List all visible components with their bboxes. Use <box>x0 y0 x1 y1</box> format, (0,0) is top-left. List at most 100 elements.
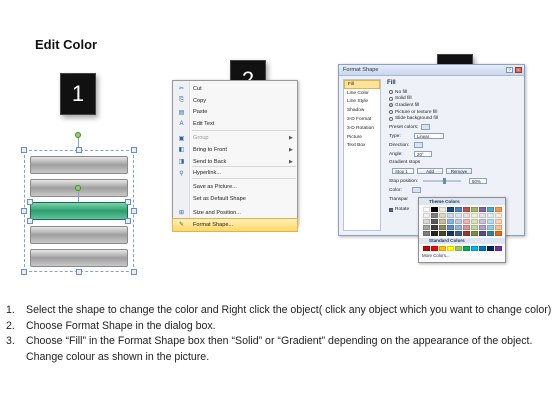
theme-color-swatch[interactable] <box>455 206 462 212</box>
theme-color-swatch[interactable] <box>431 212 438 218</box>
menu-item-size-and-position[interactable]: ⊞ Size and Position... <box>173 207 297 219</box>
theme-color-swatch[interactable] <box>487 224 494 230</box>
preset-colors-picker[interactable] <box>421 124 431 130</box>
menu-item-format-shape[interactable]: ✎ Format Shape... <box>172 217 298 232</box>
theme-color-swatch[interactable] <box>455 218 462 224</box>
theme-color-swatch[interactable] <box>455 224 462 230</box>
radio-picture-fill[interactable]: Picture or texture fill <box>389 109 438 116</box>
color-picker[interactable] <box>412 187 421 193</box>
resize-handle-r[interactable] <box>131 208 137 214</box>
theme-color-swatch[interactable] <box>439 230 446 236</box>
theme-color-swatch[interactable] <box>463 224 470 230</box>
standard-color-swatch[interactable] <box>463 246 470 251</box>
more-colors-link[interactable]: More Colors... <box>419 253 505 258</box>
theme-color-swatch[interactable] <box>487 230 494 236</box>
remove-stop-button[interactable]: Remove <box>446 168 472 174</box>
theme-color-swatch[interactable] <box>471 206 478 212</box>
shape-stack[interactable] <box>21 132 137 275</box>
add-stop-button[interactable]: Add <box>417 168 443 174</box>
inner-handle-tl[interactable] <box>27 199 33 205</box>
nav-item-shadow[interactable]: Shadow <box>344 106 380 115</box>
theme-color-swatch[interactable] <box>447 206 454 212</box>
radio-no-fill[interactable]: No fill <box>389 89 438 96</box>
theme-color-swatch[interactable] <box>439 224 446 230</box>
theme-color-swatch[interactable] <box>455 230 462 236</box>
theme-color-swatch[interactable] <box>471 230 478 236</box>
theme-color-swatch[interactable] <box>463 218 470 224</box>
theme-color-swatch[interactable] <box>479 218 486 224</box>
resize-handle-t[interactable] <box>76 147 82 153</box>
radio-button[interactable] <box>389 110 393 115</box>
theme-color-swatch[interactable] <box>423 230 430 236</box>
radio-button[interactable] <box>389 116 393 121</box>
theme-color-swatch[interactable] <box>479 224 486 230</box>
theme-color-swatch[interactable] <box>431 218 438 224</box>
theme-color-swatch[interactable] <box>439 212 446 218</box>
theme-color-swatch[interactable] <box>463 212 470 218</box>
theme-color-swatch[interactable] <box>479 230 486 236</box>
resize-handle-l[interactable] <box>21 208 27 214</box>
theme-color-swatch[interactable] <box>439 206 446 212</box>
inner-handle-bl[interactable] <box>27 218 33 224</box>
type-select[interactable]: Linear <box>414 133 444 139</box>
theme-color-swatch[interactable] <box>447 218 454 224</box>
slider-thumb[interactable] <box>443 178 446 184</box>
nav-item-3d-format[interactable]: 3-D Format <box>344 115 380 124</box>
radio-solid-fill[interactable]: Solid fill <box>389 96 438 103</box>
menu-item-save-as-picture[interactable]: Save as Picture... <box>173 181 297 193</box>
theme-color-swatch[interactable] <box>423 218 430 224</box>
menu-item-edit-text[interactable]: A Edit Text <box>173 118 297 130</box>
standard-color-swatch[interactable] <box>447 246 454 251</box>
radio-button[interactable] <box>389 90 393 95</box>
nav-item-fill[interactable]: Fill <box>344 80 380 89</box>
theme-color-swatch[interactable] <box>423 206 430 212</box>
theme-color-swatch[interactable] <box>495 224 502 230</box>
radio-button[interactable] <box>389 96 393 101</box>
standard-color-swatch[interactable] <box>479 246 486 251</box>
theme-color-swatch[interactable] <box>431 224 438 230</box>
resize-handle-br[interactable] <box>131 269 137 275</box>
resize-handle-b[interactable] <box>76 269 82 275</box>
nav-item-line-style[interactable]: Line Style <box>344 98 380 107</box>
theme-color-swatch[interactable] <box>471 224 478 230</box>
resize-handle-tl[interactable] <box>21 147 27 153</box>
menu-item-set-as-default-shape[interactable]: Set as Default Shape <box>173 193 297 205</box>
standard-color-swatch[interactable] <box>439 246 446 251</box>
theme-color-swatch[interactable] <box>447 224 454 230</box>
angle-input[interactable]: 20° <box>414 151 432 157</box>
theme-color-swatch[interactable] <box>423 224 430 230</box>
nav-item-3d-rotation[interactable]: 3-D Rotation <box>344 124 380 133</box>
theme-color-swatch[interactable] <box>431 230 438 236</box>
theme-color-swatch[interactable] <box>455 212 462 218</box>
radio-gradient-fill[interactable]: Gradient fill <box>389 102 438 109</box>
resize-handle-tr[interactable] <box>131 147 137 153</box>
shape-bar-selected[interactable] <box>30 202 128 220</box>
direction-picker[interactable] <box>414 142 423 148</box>
theme-color-swatch[interactable] <box>439 218 446 224</box>
theme-color-swatch[interactable] <box>431 206 438 212</box>
menu-item-paste[interactable]: ▤ Paste <box>173 107 297 119</box>
theme-color-swatch[interactable] <box>495 218 502 224</box>
theme-color-swatch[interactable] <box>487 218 494 224</box>
theme-color-swatch[interactable] <box>495 230 502 236</box>
menu-item-bring-to-front[interactable]: ◧ Bring to Front ▶ <box>173 144 297 156</box>
help-button[interactable]: ? <box>506 67 513 73</box>
theme-color-swatch[interactable] <box>471 218 478 224</box>
stop-select[interactable]: Stop 1 <box>392 168 414 174</box>
radio-slide-background-fill[interactable]: Slide background fill <box>389 115 438 122</box>
menu-item-cut[interactable]: ✂ Cut <box>173 83 297 95</box>
standard-color-swatch[interactable] <box>487 246 494 251</box>
standard-color-swatch[interactable] <box>423 246 430 251</box>
standard-color-swatch[interactable] <box>431 246 438 251</box>
theme-color-swatch[interactable] <box>495 206 502 212</box>
inner-rotate-handle[interactable] <box>75 185 81 191</box>
standard-color-swatch[interactable] <box>471 246 478 251</box>
rotate-handle[interactable] <box>75 132 81 138</box>
rotate-checkbox[interactable] <box>389 207 393 212</box>
nav-item-picture[interactable]: Picture <box>344 133 380 142</box>
stop-position-input[interactable]: 50% <box>469 178 487 184</box>
shape-bar-4[interactable] <box>30 226 128 244</box>
resize-handle-bl[interactable] <box>21 269 27 275</box>
shape-bar-5[interactable] <box>30 249 128 267</box>
theme-color-swatch[interactable] <box>423 212 430 218</box>
